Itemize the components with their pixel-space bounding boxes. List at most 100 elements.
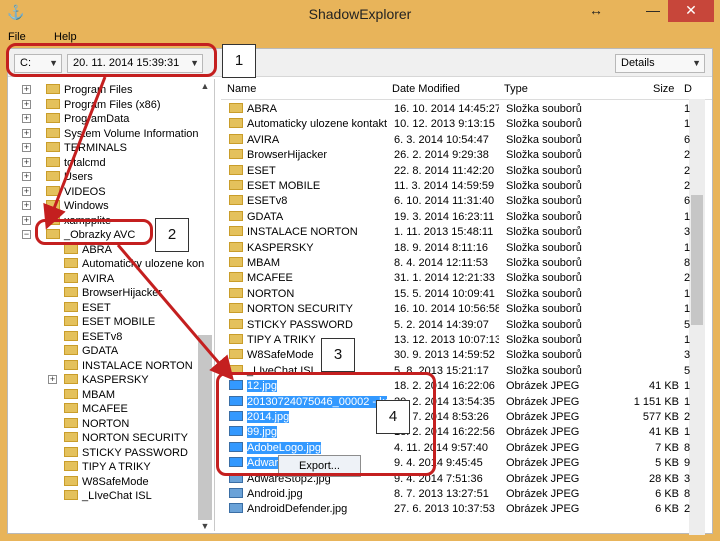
view-mode-select[interactable]: Details ▼: [615, 54, 705, 73]
tree-item-label: ESET: [82, 301, 111, 314]
tree-item[interactable]: + Program Files: [22, 83, 132, 97]
folder-row[interactable]: INSTALACE NORTON 1. 11. 2013 15:48:11 Slož…: [221, 225, 712, 240]
folder-row[interactable]: GDATA 19. 3. 2014 16:23:11 Složka souborů 1: [221, 210, 712, 225]
date-modified-cell: 5. 2. 2014 14:39:07: [394, 318, 489, 331]
type-cell: Obrázek JPEG: [506, 503, 580, 516]
expand-icon[interactable]: +: [22, 143, 31, 152]
folder-icon: [64, 258, 78, 268]
column-date-created[interactable]: D: [684, 83, 692, 95]
folder-icon: [229, 334, 243, 344]
tree-item[interactable]: _LIveChat ISL: [64, 489, 152, 503]
size-cell: 1 151 KB: [633, 395, 679, 408]
date-created-cell: 3: [684, 226, 691, 239]
date-created-cell: 8: [684, 488, 691, 500]
folder-row[interactable]: STICKY PASSWORD 5. 2. 2014 14:39:07 Složka…: [221, 318, 712, 333]
folder-row[interactable]: ESET 22. 8. 2014 11:42:20 Složka souborů 2: [221, 164, 712, 179]
folder-row[interactable]: ESETv8 6. 10. 2014 11:31:40 Složka souborů…: [221, 194, 712, 209]
tree-item[interactable]: + Program Files (x86): [22, 98, 161, 112]
folder-row[interactable]: AVIRA 6. 3. 2014 10:54:47 Složka souborů 6: [221, 133, 712, 148]
restore-arrows-icon[interactable]: ↔: [586, 0, 606, 22]
date-created-cell: 5: [684, 364, 691, 377]
file-name: NORTON SECURITY: [247, 303, 353, 316]
tree-item[interactable]: TIPY A TRIKY: [64, 460, 151, 474]
folder-icon: [229, 257, 243, 267]
menu-file[interactable]: File: [8, 31, 26, 43]
date-created-cell: 2: [684, 164, 691, 177]
folder-row[interactable]: W8SafeMode 30. 9. 2013 14:59:52 Složka sou…: [221, 348, 712, 363]
date-modified-cell: 27. 6. 2013 10:37:53: [394, 503, 495, 516]
size-cell: 41 KB: [649, 380, 679, 393]
tree-item[interactable]: GDATA: [64, 344, 118, 358]
folder-tree: ▲ ▼ + Program Files + Program Files (x86) + P…: [8, 79, 215, 531]
folder-icon: [64, 432, 78, 442]
folder-row[interactable]: MBAM 8. 4. 2014 12:11:53 Složka souborů 8: [221, 256, 712, 271]
close-button[interactable]: ✕: [668, 0, 714, 22]
tree-item[interactable]: + System Volume Information: [22, 127, 199, 141]
tree-item[interactable]: + Users: [22, 170, 93, 184]
date-created-cell: 1: [684, 210, 691, 223]
column-size[interactable]: Size: [653, 83, 674, 95]
collapse-icon[interactable]: −: [22, 230, 31, 239]
date-modified-cell: 26. 2. 2014 9:29:38: [394, 149, 489, 162]
tree-item[interactable]: AVIRA: [64, 272, 114, 286]
minimize-button[interactable]: —: [640, 0, 666, 22]
tree-item[interactable]: Automaticky ulozene kon: [64, 257, 204, 271]
tree-item[interactable]: MBAM: [64, 388, 115, 402]
tree-item[interactable]: ESETv8: [64, 330, 122, 344]
expand-icon[interactable]: +: [22, 186, 31, 196]
tree-item[interactable]: + VIDEOS: [22, 185, 106, 199]
folder-row[interactable]: BrowserHijacker 26. 2. 2014 9:29:38 Složka…: [221, 148, 712, 163]
folder-row[interactable]: ABRA 16. 10. 2014 14:45:27 Složka souborů 1: [221, 102, 712, 117]
folder-row[interactable]: NORTON SECURITY 16. 10. 2014 10:56:58 Slož…: [221, 302, 712, 317]
column-date-modified[interactable]: Date Modified: [392, 83, 460, 95]
expand-icon[interactable]: +: [22, 215, 31, 225]
tree-item[interactable]: ESET MOBILE: [64, 315, 155, 329]
expand-icon[interactable]: +: [48, 375, 57, 384]
scroll-down-icon[interactable]: ▼: [198, 519, 212, 531]
tree-item[interactable]: + TERMINALS: [22, 141, 127, 155]
tree-item[interactable]: + totalcmd: [22, 156, 106, 170]
expand-icon[interactable]: +: [22, 114, 31, 123]
view-mode-value: Details: [621, 57, 655, 69]
expand-icon[interactable]: +: [22, 85, 31, 94]
expand-icon[interactable]: +: [22, 201, 31, 210]
expand-icon[interactable]: +: [22, 157, 31, 167]
tree-item[interactable]: ESET: [64, 301, 111, 315]
folder-icon: [64, 243, 78, 254]
file-row[interactable]: Android.jpg 8. 7. 2013 13:27:51 Obrázek JP…: [221, 487, 712, 502]
tree-item[interactable]: W8SafeMode: [64, 475, 149, 489]
type-cell: Obrázek JPEG: [506, 395, 580, 408]
expand-icon[interactable]: +: [22, 128, 31, 138]
tree-item[interactable]: NORTON SECURITY: [64, 431, 188, 445]
tree-item[interactable]: MCAFEE: [64, 402, 128, 416]
tree-item[interactable]: + Windows: [22, 199, 109, 213]
file-row[interactable]: AndroidDefender.jpg 27. 6. 2013 10:37:53 O…: [221, 502, 712, 517]
scroll-up-icon[interactable]: ▲: [198, 79, 212, 93]
folder-icon: [64, 490, 78, 500]
expand-icon[interactable]: +: [22, 99, 31, 109]
folder-row[interactable]: TIPY A TRIKY 13. 12. 2013 10:07:13 Složka …: [221, 333, 712, 348]
tree-scrollbar-thumb[interactable]: [198, 335, 212, 520]
date-created-cell: 1: [684, 287, 691, 300]
column-type[interactable]: Type: [504, 83, 528, 95]
date-modified-cell: 16. 10. 2014 14:45:27: [394, 103, 499, 115]
image-file-icon: [229, 503, 243, 514]
tree-item[interactable]: NORTON: [64, 417, 129, 431]
date-created-cell: 1: [684, 303, 691, 316]
date-created-cell: 9: [684, 457, 691, 470]
folder-row[interactable]: KASPERSKY 18. 9. 2014 8:11:16 Složka soubo…: [221, 241, 712, 256]
tree-item[interactable]: + KASPERSKY: [48, 373, 149, 387]
folder-row[interactable]: MCAFEE 31. 1. 2014 12:21:33 Složka souborů…: [221, 271, 712, 286]
tree-item[interactable]: INSTALACE NORTON: [64, 359, 193, 373]
tree-item-label: ESET MOBILE: [82, 316, 156, 328]
folder-row[interactable]: NORTON 15. 5. 2014 10:09:41 Složka souborů…: [221, 287, 712, 302]
tree-item-label: Automaticky ulozene kon: [82, 258, 205, 270]
tree-item[interactable]: + ProgramData: [22, 112, 129, 126]
menu-help[interactable]: Help: [54, 31, 77, 43]
tree-item[interactable]: BrowserHijacker: [64, 286, 162, 300]
folder-row[interactable]: Automaticky ulozene kontakty 10. 12. 2013…: [221, 117, 712, 132]
expand-icon[interactable]: +: [22, 172, 31, 181]
column-name[interactable]: Name: [227, 83, 256, 95]
folder-row[interactable]: ESET MOBILE 11. 3. 2014 14:59:59 Složka so…: [221, 179, 712, 194]
tree-item[interactable]: STICKY PASSWORD: [64, 446, 188, 460]
